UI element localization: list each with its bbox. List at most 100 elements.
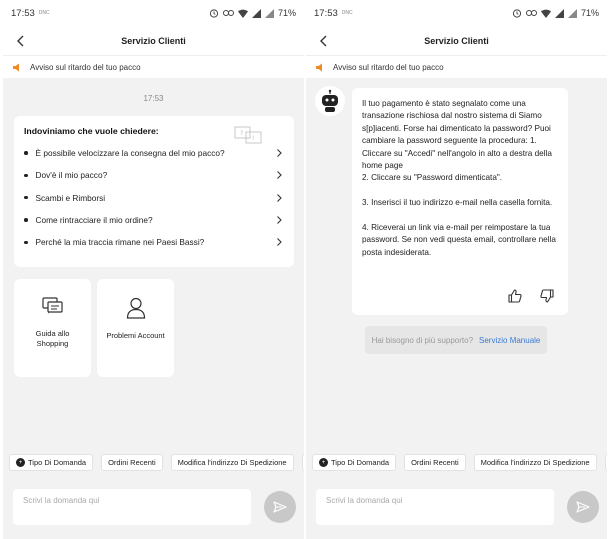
- answer-paragraph: 4. Riceverai un link via e-mail per reim…: [362, 223, 556, 257]
- signal-icon: [554, 8, 564, 18]
- question-bubbles-icon: ?!: [234, 126, 262, 144]
- wifi-icon: [540, 9, 551, 18]
- chat-area: 17:53 ?! Indoviniamo che vuole chiedere:…: [3, 82, 304, 449]
- tile-label: Guida allo Shopping: [35, 329, 70, 348]
- chip-label: Modifica l'indirizzo Di Spedizione: [480, 458, 590, 467]
- delay-notice[interactable]: Avviso sul ritardo del tuo pacco: [3, 56, 304, 78]
- chevron-right-icon: [277, 238, 282, 247]
- faq-list: È possibile velocizzare la consegna del …: [24, 142, 284, 253]
- chevron-right-icon: [277, 216, 282, 224]
- faq-item-label: Come rintracciare il mio ordine?: [35, 215, 153, 226]
- bullet-icon: [24, 218, 28, 222]
- quick-chips: + Tipo Di Domanda Ordini Recenti Modifica…: [312, 454, 607, 471]
- bullet-icon: [24, 151, 28, 155]
- help-tiles: Guida allo Shopping Problemi Account: [14, 279, 174, 377]
- link-icon: [222, 10, 234, 16]
- signal-2-icon: [264, 8, 274, 18]
- manual-service-link[interactable]: Servizio Manuale: [479, 336, 540, 345]
- answer-paragraph: 2. Cliccare su "Password dimenticata".: [362, 173, 503, 183]
- chip-change-address[interactable]: Modifica l'indirizzo Di Spedizione: [473, 454, 597, 471]
- status-time: 17:53: [11, 7, 35, 19]
- send-button[interactable]: [264, 491, 296, 523]
- chat-area: Il tuo pagamento è stato segnalato come …: [306, 82, 607, 449]
- faq-item-label: Dov'è il mio pacco?: [35, 170, 108, 181]
- support-question: Hai bisogno di più supporto?: [371, 335, 474, 345]
- status-carrier: DNC: [341, 10, 353, 16]
- bot-answer: Il tuo pagamento è stato segnalato come …: [352, 88, 568, 315]
- bullet-icon: [24, 173, 28, 178]
- left-screen: 17:53 DNC 71% Servizio Clienti Avviso su…: [3, 0, 304, 539]
- faq-item[interactable]: Dov'è il mio pacco?: [24, 164, 284, 186]
- page-title: Servizio Clienti: [121, 35, 186, 46]
- chip-recent-orders[interactable]: Ordini Recenti: [101, 454, 163, 471]
- faq-item-label: È possibile velocizzare la consegna del …: [35, 148, 225, 159]
- faq-item-label: Perché la mia traccia rimane nei Paesi B…: [35, 237, 205, 248]
- chip-label: Tipo Di Domanda: [331, 458, 390, 467]
- link-icon: [525, 10, 537, 16]
- person-icon: [126, 297, 145, 319]
- support-prompt: Hai bisogno di più supporto? Servizio Ma…: [365, 326, 547, 354]
- page-title: Servizio Clienti: [424, 35, 489, 46]
- faq-item[interactable]: Come rintracciare il mio ordine?: [24, 209, 284, 231]
- account-problems-tile[interactable]: Problemi Account: [97, 279, 174, 377]
- chip-change-address[interactable]: Modifica l'indirizzo Di Spedizione: [170, 454, 294, 471]
- alarm-icon: [512, 9, 522, 18]
- signal-icon: [251, 8, 261, 18]
- chip-recent-orders[interactable]: Ordini Recenti: [404, 454, 466, 471]
- bullet-icon: [24, 240, 28, 245]
- thumbs-up-icon[interactable]: [508, 289, 522, 303]
- faq-item-label: Scambi e Rimborsi: [35, 192, 106, 203]
- chip-question-type[interactable]: + Tipo Di Domanda: [312, 454, 397, 471]
- status-time: 17:53: [314, 7, 338, 19]
- shopping-guide-tile[interactable]: Guida allo Shopping: [14, 279, 91, 377]
- robot-icon: [318, 89, 342, 113]
- wifi-icon: [237, 9, 248, 18]
- chip-label: Ordini Recenti: [411, 458, 459, 467]
- delay-notice[interactable]: Avviso sul ritardo del tuo pacco: [306, 56, 607, 78]
- send-button[interactable]: [567, 491, 599, 523]
- question-input[interactable]: Scrivi la domanda qui: [13, 489, 251, 525]
- status-bar: 17:53 DNC 71%: [306, 0, 607, 26]
- question-input[interactable]: Scrivi la domanda qui: [316, 489, 554, 525]
- composer: Scrivi la domanda qui: [13, 489, 296, 525]
- svg-text:!: !: [252, 135, 254, 142]
- send-icon: [576, 501, 590, 513]
- app-header: Servizio Clienti: [3, 26, 304, 56]
- battery-percent: 71%: [277, 8, 296, 18]
- speaker-icon: [316, 63, 322, 71]
- alarm-icon: [209, 9, 219, 18]
- faq-card: ?! Indoviniamo che vuole chiedere: È pos…: [14, 116, 294, 267]
- chevron-right-icon: [277, 171, 282, 180]
- composer: Scrivi la domanda qui: [316, 489, 599, 525]
- faq-item[interactable]: Scambi e Rimborsi: [24, 187, 284, 209]
- speaker-icon: [13, 63, 19, 71]
- bullet-icon: [24, 195, 28, 200]
- status-carrier: DNC: [38, 10, 50, 16]
- right-screen: 17:53 DNC 71% Servizio Clienti Avviso su…: [306, 0, 607, 539]
- svg-text:?: ?: [240, 130, 243, 137]
- bot-avatar: [315, 86, 345, 116]
- chip-more[interactable]: [604, 454, 607, 471]
- thumbs-down-icon[interactable]: [540, 289, 554, 303]
- chip-label: Modifica l'indirizzo Di Spedizione: [177, 458, 287, 467]
- faq-item[interactable]: Perché la mia traccia rimane nei Paesi B…: [24, 231, 284, 253]
- message-timestamp: 17:53: [143, 94, 164, 103]
- back-arrow-icon[interactable]: [316, 33, 332, 49]
- tile-label: Problemi Account: [106, 331, 165, 340]
- battery-percent: 71%: [580, 8, 599, 18]
- answer-paragraph: Il tuo pagamento è stato segnalato come …: [362, 99, 552, 171]
- signal-2-icon: [567, 8, 577, 18]
- answer-paragraph: 3. Inserisci il tuo indirizzo e-mail nel…: [362, 198, 553, 208]
- chip-question-type[interactable]: + Tipo Di Domanda: [9, 454, 94, 471]
- chip-more[interactable]: [301, 454, 304, 471]
- quick-chips: + Tipo Di Domanda Ordini Recenti Modifica…: [9, 454, 304, 471]
- back-arrow-icon[interactable]: [13, 33, 29, 49]
- chip-label: Ordini Recenti: [108, 458, 156, 467]
- notice-text: Avviso sul ritardo del tuo pacco: [333, 62, 444, 72]
- chevron-right-icon: [277, 149, 282, 158]
- chat-bubbles-icon: [41, 297, 63, 314]
- plus-icon: +: [319, 458, 328, 467]
- chip-label: Tipo Di Domanda: [28, 458, 87, 467]
- send-icon: [273, 501, 287, 513]
- plus-icon: +: [16, 458, 25, 467]
